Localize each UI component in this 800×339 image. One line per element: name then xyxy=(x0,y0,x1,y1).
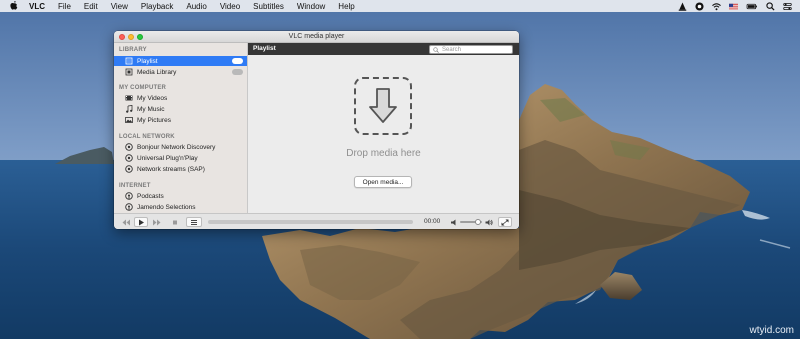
menu-window[interactable]: Window xyxy=(297,2,325,11)
fullscreen-icon xyxy=(501,219,509,225)
sidebar-item-label: Bonjour Network Discovery xyxy=(137,143,216,151)
fast-forward-button[interactable] xyxy=(151,217,163,227)
vlc-cone-icon[interactable] xyxy=(678,1,687,11)
section-header-internet: INTERNET xyxy=(119,183,151,189)
podcast-icon xyxy=(125,192,133,200)
drop-area[interactable]: Drop media here Open media... xyxy=(248,55,519,213)
wifi-icon[interactable] xyxy=(712,2,721,11)
menu-playback[interactable]: Playback xyxy=(141,2,173,11)
stop-button[interactable] xyxy=(170,217,180,227)
list-icon xyxy=(191,219,197,225)
menu-view[interactable]: View xyxy=(111,2,128,11)
mute-button[interactable] xyxy=(450,217,458,227)
sidebar-item-label: Podcasts xyxy=(137,192,164,200)
watermark: wtyid.com xyxy=(749,325,794,336)
sidebar-item-bonjour[interactable]: Bonjour Network Discovery xyxy=(114,142,247,152)
us-flag-icon[interactable] xyxy=(729,2,738,11)
sidebar-item-media-library[interactable]: Media Library xyxy=(114,67,247,77)
rewind-icon xyxy=(122,219,130,225)
menu-subtitles[interactable]: Subtitles xyxy=(253,2,284,11)
fullscreen-button[interactable] xyxy=(498,217,512,227)
menu-help[interactable]: Help xyxy=(338,2,354,11)
volume-high-icon xyxy=(485,219,493,225)
title-bar[interactable]: VLC media player xyxy=(114,31,519,43)
volume-slider[interactable] xyxy=(460,219,482,225)
menu-app-name[interactable]: VLC xyxy=(29,2,45,11)
max-volume-button[interactable] xyxy=(484,217,493,227)
sidebar-item-label: Playlist xyxy=(137,57,158,65)
playback-controls: 00:00 xyxy=(114,213,519,229)
playlist-header-label: Playlist xyxy=(253,45,276,52)
playlist-icon xyxy=(125,57,133,65)
sidebar-item-label: My Videos xyxy=(137,94,168,102)
podcast-icon xyxy=(125,203,133,211)
sidebar-item-my-pictures[interactable]: My Pictures xyxy=(114,115,247,125)
network-icon xyxy=(125,143,133,151)
sidebar-item-my-videos[interactable]: My Videos xyxy=(114,93,247,103)
drop-target[interactable] xyxy=(354,77,412,135)
playlist-header: Playlist Search xyxy=(248,43,519,55)
sidebar-item-label: Network streams (SAP) xyxy=(137,165,205,173)
sidebar-item-playlist[interactable]: Playlist xyxy=(114,56,247,66)
sidebar-item-label: My Pictures xyxy=(137,116,171,124)
media-library-icon xyxy=(125,68,133,76)
menu-video[interactable]: Video xyxy=(220,2,240,11)
menu-audio[interactable]: Audio xyxy=(186,2,206,11)
sidebar-item-label: Universal Plug'n'Play xyxy=(137,154,198,162)
section-header-library: LIBRARY xyxy=(119,47,147,53)
sidebar-item-label: Jamendo Selections xyxy=(137,203,196,211)
control-center-icon[interactable] xyxy=(783,2,792,11)
count-badge xyxy=(232,58,243,64)
vlc-window: VLC media player LIBRARY Playlist Media … xyxy=(114,31,519,229)
window-title: VLC media player xyxy=(288,33,345,40)
search-placeholder: Search xyxy=(442,46,462,53)
apple-logo-icon[interactable] xyxy=(9,1,19,11)
sidebar-item-label: My Music xyxy=(137,105,165,113)
pictures-icon xyxy=(125,116,133,124)
sidebar: LIBRARY Playlist Media Library MY COMPUT… xyxy=(114,43,248,213)
menu-edit[interactable]: Edit xyxy=(84,2,98,11)
drop-media-text: Drop media here xyxy=(346,148,421,159)
rewind-button[interactable] xyxy=(120,217,132,227)
sidebar-item-upnp[interactable]: Universal Plug'n'Play xyxy=(114,153,247,163)
elapsed-time: 00:00 xyxy=(424,218,441,225)
play-button[interactable] xyxy=(134,217,148,227)
stop-icon xyxy=(173,220,177,224)
volume-low-icon xyxy=(451,219,456,225)
network-icon xyxy=(125,165,133,173)
menu-bar: VLC File Edit View Playback Audio Video … xyxy=(0,0,800,12)
search-icon xyxy=(433,47,439,53)
seek-bar[interactable] xyxy=(208,220,413,224)
section-header-local-network: LOCAL NETWORK xyxy=(119,134,175,140)
sidebar-item-jamendo[interactable]: Jamendo Selections xyxy=(114,202,247,212)
search-input[interactable]: Search xyxy=(429,44,513,54)
count-badge xyxy=(232,69,243,75)
download-arrow-icon xyxy=(369,88,397,123)
sidebar-item-sap[interactable]: Network streams (SAP) xyxy=(114,164,247,174)
open-media-button[interactable]: Open media... xyxy=(354,176,412,188)
fast-forward-icon xyxy=(153,219,161,225)
record-icon[interactable] xyxy=(695,1,704,11)
menu-file[interactable]: File xyxy=(58,2,71,11)
battery-icon[interactable] xyxy=(746,2,758,11)
playlist-toggle-button[interactable] xyxy=(186,217,202,227)
sidebar-item-podcasts[interactable]: Podcasts xyxy=(114,191,247,201)
play-icon xyxy=(139,219,144,225)
section-header-my-computer: MY COMPUTER xyxy=(119,85,167,91)
network-icon xyxy=(125,154,133,162)
sidebar-item-my-music[interactable]: My Music xyxy=(114,104,247,114)
sidebar-item-label: Media Library xyxy=(137,68,177,76)
status-area xyxy=(678,0,800,12)
music-icon xyxy=(125,105,133,113)
video-icon xyxy=(125,94,133,102)
volume-knob[interactable] xyxy=(474,219,481,225)
search-icon[interactable] xyxy=(766,1,775,11)
